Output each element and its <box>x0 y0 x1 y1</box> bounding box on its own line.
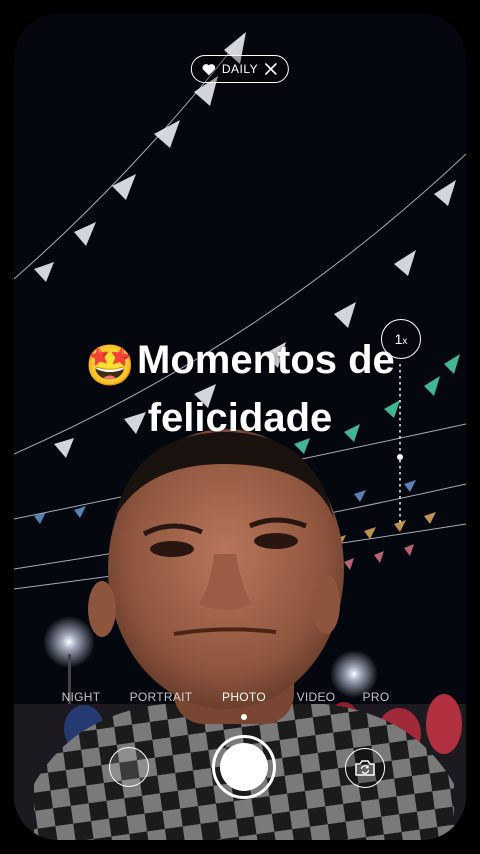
camera-flip-button[interactable] <box>345 748 385 788</box>
zoom-slider-handle[interactable] <box>397 454 403 460</box>
mode-night[interactable]: NIGHT <box>62 690 101 704</box>
mode-portrait[interactable]: PORTRAIT <box>130 690 193 704</box>
zoom-slider-track[interactable] <box>399 364 401 524</box>
gallery-thumbnail-button[interactable] <box>109 747 149 787</box>
shutter-inner <box>220 743 268 791</box>
zoom-level-button[interactable]: 1x <box>381 319 421 359</box>
zoom-suffix: x <box>402 335 408 347</box>
close-icon[interactable] <box>264 62 278 76</box>
mode-video[interactable]: VIDEO <box>297 690 336 704</box>
active-mode-indicator <box>241 714 247 720</box>
daily-label: DAILY <box>221 62 259 76</box>
caption-line-1: Momentos de <box>137 338 395 382</box>
camera-viewfinder[interactable]: DAILY 🤩Momentos de felicidade 1x NIGHT P… <box>14 14 466 840</box>
camera-flip-icon <box>355 760 375 776</box>
mode-pro[interactable]: PRO <box>363 690 390 704</box>
heart-icon <box>202 63 216 75</box>
camera-mode-selector: NIGHT PORTRAIT PHOTO VIDEO PRO <box>14 690 466 710</box>
zoom-value: 1 <box>394 331 403 347</box>
star-struck-emoji: 🤩 <box>85 344 135 388</box>
mode-photo[interactable]: PHOTO <box>222 690 266 704</box>
daily-badge[interactable]: DAILY <box>190 55 290 83</box>
shutter-button[interactable] <box>212 735 276 799</box>
